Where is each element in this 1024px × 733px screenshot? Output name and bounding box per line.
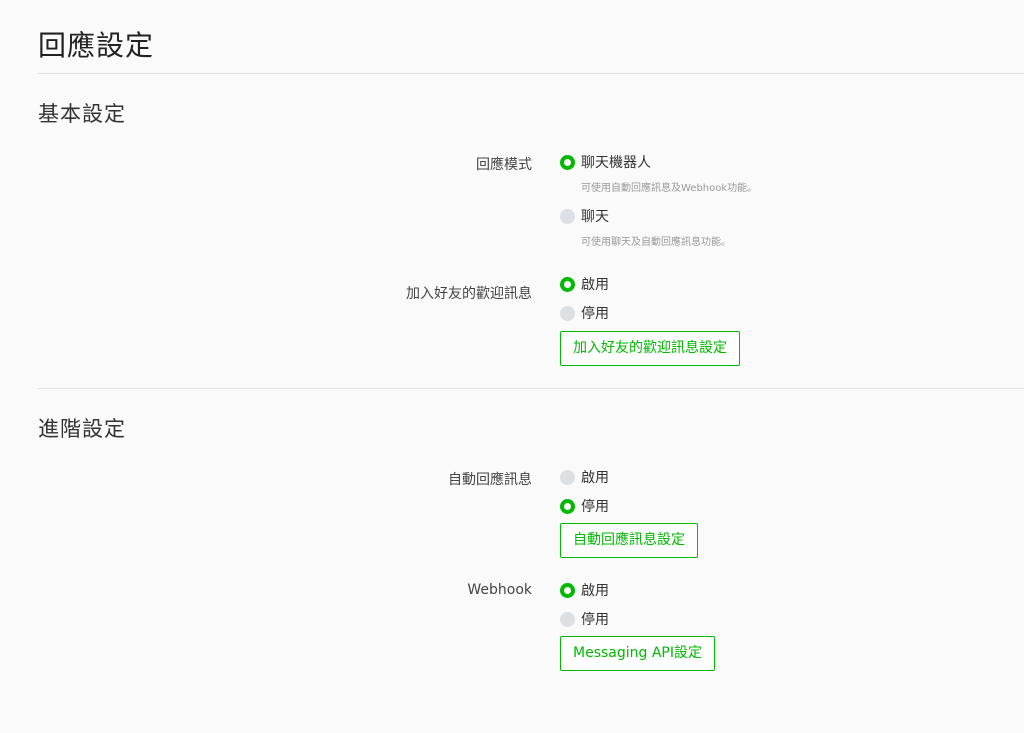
option-label: 啟用 xyxy=(581,583,609,599)
radio-button[interactable] xyxy=(560,582,575,598)
webhook-option-enable[interactable]: 啟用 xyxy=(560,580,609,600)
welcome-option-enable[interactable]: 啟用 xyxy=(560,274,609,294)
section-title-basic: 基本設定 xyxy=(38,102,126,126)
welcome-message-label: 加入好友的歡迎訊息 xyxy=(406,286,532,302)
auto-reply-settings-button[interactable]: 自動回應訊息設定 xyxy=(560,523,698,558)
divider xyxy=(38,73,1024,74)
radio-button[interactable] xyxy=(560,208,575,224)
settings-page: 回應設定 基本設定 回應模式 聊天機器人 可使用自動回應訊息及Webhook功能… xyxy=(0,0,1024,733)
radio-button[interactable] xyxy=(560,611,575,627)
option-label: 啟用 xyxy=(581,277,609,293)
option-description: 可使用自動回應訊息及Webhook功能。 xyxy=(581,183,758,194)
response-mode-label: 回應模式 xyxy=(476,157,532,173)
radio-button[interactable] xyxy=(560,276,575,292)
welcome-option-disable[interactable]: 停用 xyxy=(560,303,609,323)
option-description: 可使用聊天及自動回應訊息功能。 xyxy=(581,237,731,248)
auto-reply-label: 自動回應訊息 xyxy=(448,472,532,488)
option-label: 停用 xyxy=(581,612,609,628)
option-label: 啟用 xyxy=(581,470,609,486)
webhook-label: Webhook xyxy=(467,582,532,598)
radio-button[interactable] xyxy=(560,305,575,321)
option-label: 停用 xyxy=(581,306,609,322)
option-label: 停用 xyxy=(581,499,609,515)
welcome-message-settings-button[interactable]: 加入好友的歡迎訊息設定 xyxy=(560,331,740,366)
option-label: 聊天機器人 xyxy=(581,155,651,171)
section-title-advanced: 進階設定 xyxy=(38,417,126,441)
radio-button[interactable] xyxy=(560,469,575,485)
radio-button[interactable] xyxy=(560,154,575,170)
radio-button[interactable] xyxy=(560,498,575,514)
webhook-option-disable[interactable]: 停用 xyxy=(560,609,609,629)
response-mode-option-chat[interactable]: 聊天 xyxy=(560,206,609,226)
auto-reply-option-disable[interactable]: 停用 xyxy=(560,496,609,516)
page-title: 回應設定 xyxy=(38,29,155,62)
auto-reply-option-enable[interactable]: 啟用 xyxy=(560,467,609,487)
divider xyxy=(38,388,1024,389)
response-mode-option-chatbot[interactable]: 聊天機器人 xyxy=(560,152,651,172)
messaging-api-settings-button[interactable]: Messaging API設定 xyxy=(560,636,715,671)
option-label: 聊天 xyxy=(581,209,609,225)
